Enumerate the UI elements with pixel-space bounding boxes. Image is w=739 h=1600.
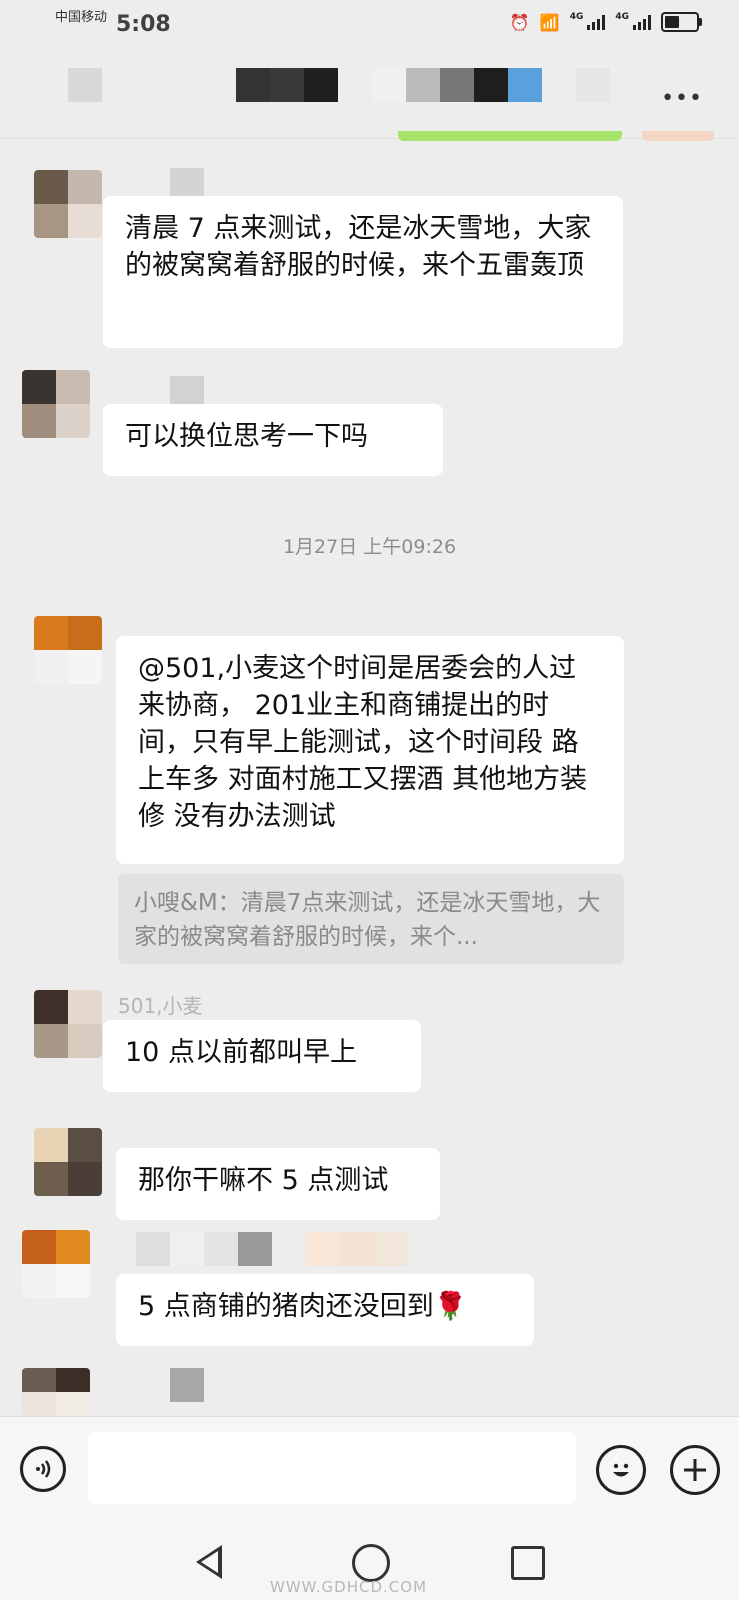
- avatar[interactable]: [22, 370, 90, 438]
- signal-icon: [587, 14, 606, 30]
- watermark: WWW.GDHCD.COM: [270, 1578, 428, 1596]
- avatar[interactable]: [34, 616, 102, 684]
- avatar[interactable]: [34, 170, 102, 238]
- message-timestamp: 1月27日 上午09:26: [282, 536, 457, 558]
- chat-title-mosaic-3: [372, 68, 610, 102]
- clock: 5:08: [116, 12, 171, 37]
- message-bubble[interactable]: 可以换位思考一下吗: [103, 404, 443, 476]
- message-bubble[interactable]: 5 点商铺的猪肉还没回到🌹: [116, 1274, 534, 1346]
- message-text: 那你干嘛不 5 点测试: [138, 1165, 389, 1196]
- quoted-message-text: 小嗖&M：清晨7点来测试，还是冰天雪地，大家的被窝窝着舒服的时候，来个...: [134, 890, 601, 950]
- network-type-2: 4G: [615, 12, 629, 22]
- plus-glyph: [684, 1459, 706, 1481]
- message-text: @501,小麦这个时间是居委会的人过来协商， 201业主和商铺提出的时间，只有早…: [138, 653, 588, 832]
- emoji-icon[interactable]: [596, 1445, 646, 1495]
- message-text: 可以换位思考一下吗: [125, 421, 368, 452]
- avatar[interactable]: [22, 1230, 90, 1298]
- previous-own-message-bubble: [398, 131, 622, 141]
- chat-title-mosaic: [68, 68, 102, 102]
- emoji-glyph: [613, 1463, 629, 1477]
- battery-icon: [661, 12, 702, 32]
- sender-name-mosaic: [170, 1368, 204, 1402]
- chat-title-mosaic-2: [202, 68, 338, 102]
- carrier-label: 中国移动: [55, 10, 108, 25]
- signal-icon-2: [633, 14, 651, 30]
- message-bubble[interactable]: @501,小麦这个时间是居委会的人过来协商， 201业主和商铺提出的时间，只有早…: [116, 636, 624, 864]
- sender-name: 501,小麦: [118, 994, 203, 1018]
- message-text: 5 点商铺的猪肉还没回到🌹: [138, 1291, 468, 1322]
- message-bubble[interactable]: 10 点以前都叫早上: [103, 1020, 421, 1092]
- voice-glyph: [36, 1460, 51, 1478]
- status-bar: 中国移动 5:08 ⏰ 📶 4G 4G: [0, 0, 739, 46]
- own-avatar-partial: [642, 131, 714, 141]
- back-icon-inner: [201, 1551, 218, 1573]
- quoted-message[interactable]: 小嗖&M：清晨7点来测试，还是冰天雪地，大家的被窝窝着舒服的时候，来个...: [118, 874, 624, 964]
- status-icons: ⏰ 📶 4G 4G: [509, 12, 702, 32]
- message-input[interactable]: [88, 1432, 576, 1504]
- avatar[interactable]: [34, 1128, 102, 1196]
- message-bubble[interactable]: 那你干嘛不 5 点测试: [116, 1148, 440, 1220]
- more-options-icon[interactable]: •••: [661, 86, 703, 111]
- sender-name-mosaic: [136, 1232, 408, 1266]
- chat-header: [0, 46, 739, 139]
- recent-apps-icon[interactable]: [511, 1546, 545, 1580]
- wifi-icon: 📶: [539, 12, 560, 32]
- voice-icon[interactable]: [20, 1446, 66, 1492]
- network-type-1: 4G: [569, 12, 584, 22]
- message-text: 清晨 7 点来测试，还是冰天雪地，大家的被窝窝着舒服的时候，来个五雷轰顶: [125, 213, 592, 281]
- avatar[interactable]: [34, 990, 102, 1058]
- message-bubble[interactable]: 清晨 7 点来测试，还是冰天雪地，大家的被窝窝着舒服的时候，来个五雷轰顶: [103, 196, 623, 348]
- avatar[interactable]: [22, 1368, 90, 1416]
- message-text: 10 点以前都叫早上: [125, 1037, 357, 1068]
- plus-icon[interactable]: [670, 1445, 720, 1495]
- home-icon[interactable]: [352, 1544, 390, 1582]
- alarm-icon: ⏰: [509, 12, 530, 32]
